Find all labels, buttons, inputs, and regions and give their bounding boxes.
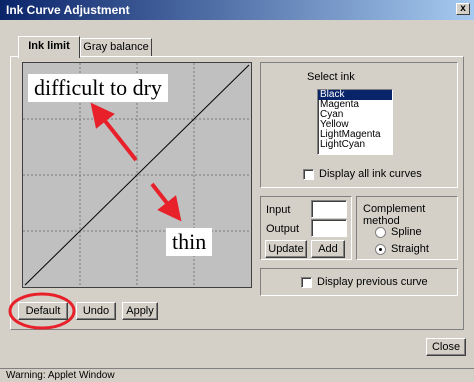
add-button[interactable]: Add [311,240,345,258]
undo-button[interactable]: Undo [76,302,116,320]
complement-method-label: Complement method [363,203,426,227]
select-ink-group: Select ink Black Magenta Cyan Yellow Lig… [260,62,458,188]
output-field[interactable] [311,219,347,237]
tab-label: Ink limit [28,40,70,52]
arrow-down-right-icon [150,182,182,222]
status-bar: Warning: Applet Window [0,368,474,382]
apply-button[interactable]: Apply [122,302,158,320]
update-button[interactable]: Update [265,240,307,258]
display-all-curves-checkbox[interactable] [303,169,314,180]
straight-label: Straight [391,243,429,255]
input-label: Input [266,204,291,216]
display-previous-label: Display previous curve [317,276,428,288]
output-label: Output [266,223,300,235]
input-field[interactable] [311,200,347,218]
ink-listbox[interactable]: Black Magenta Cyan Yellow LightMagenta L… [317,89,393,155]
ink-list-item[interactable]: LightCyan [318,140,392,150]
straight-radio[interactable] [375,244,386,255]
input-output-group: Input Output Update Add [260,196,352,260]
default-button[interactable]: Default [18,302,68,320]
display-previous-group: Display previous curve [260,268,458,296]
complement-method-group: Complement method Spline Straight [356,196,458,260]
select-ink-label: Select ink [307,71,355,83]
display-all-curves-label: Display all ink curves [319,168,422,180]
display-previous-checkbox[interactable] [301,277,312,288]
spline-label: Spline [391,226,422,238]
spline-radio[interactable] [375,227,386,238]
arrow-up-left-icon [90,102,138,162]
tab-ink-limit[interactable]: Ink limit [18,36,80,58]
close-button[interactable]: Close [426,338,466,356]
